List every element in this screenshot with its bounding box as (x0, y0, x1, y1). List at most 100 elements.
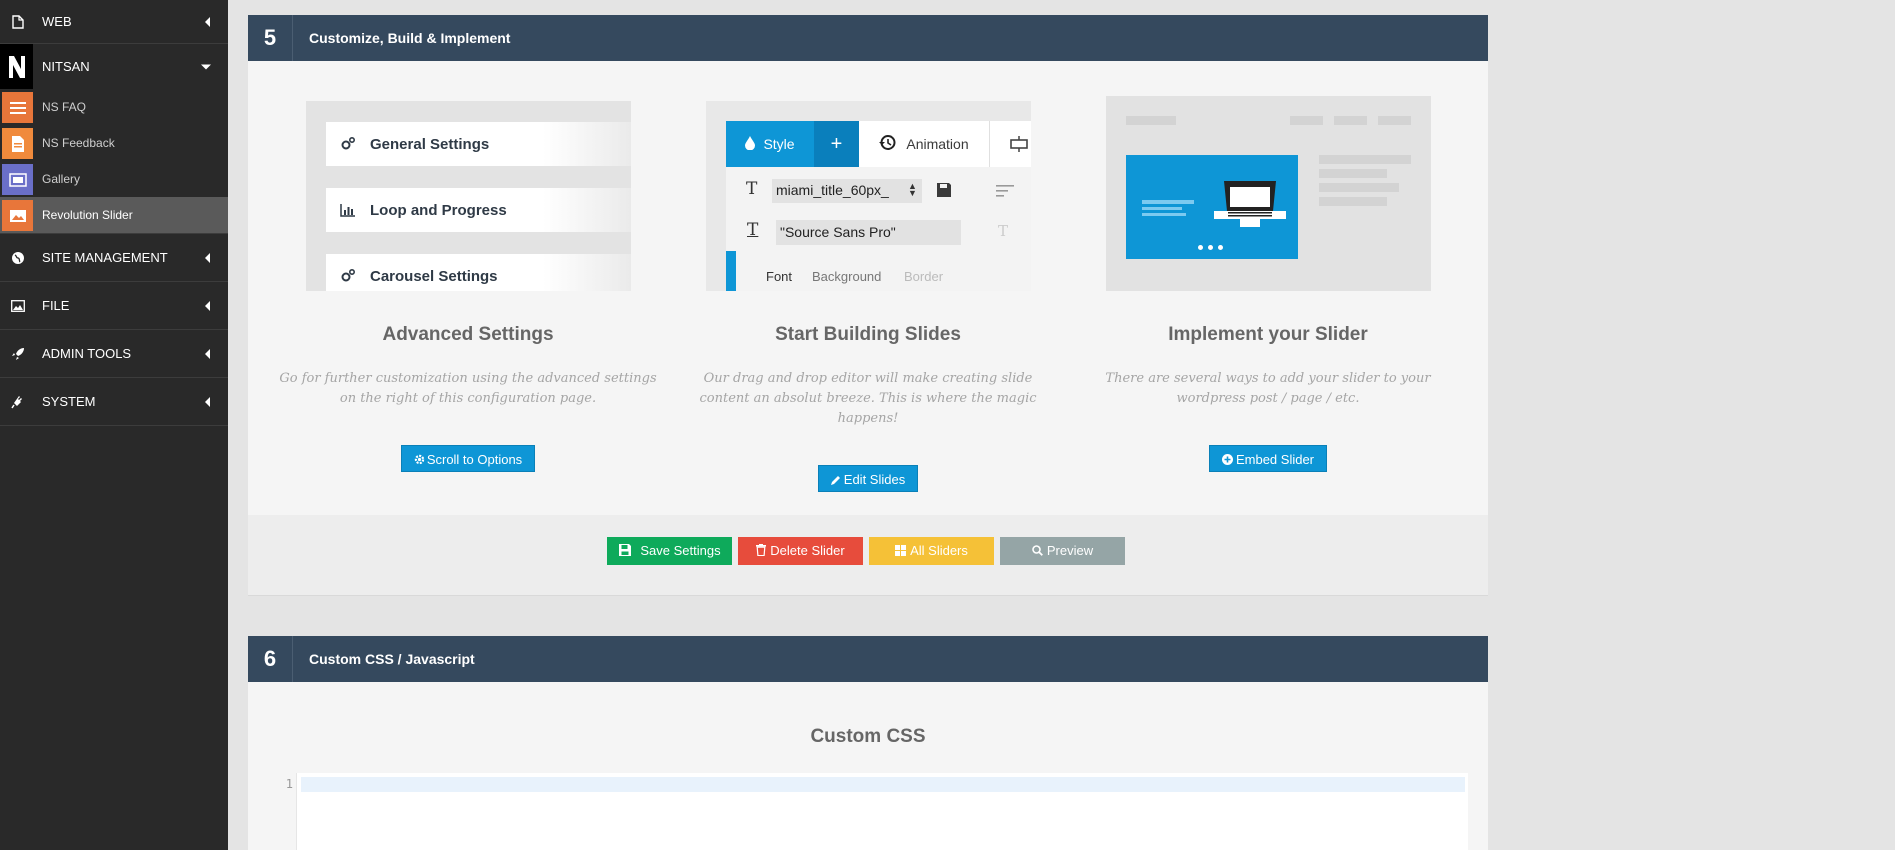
all-sliders-button[interactable]: All Sliders (869, 537, 994, 565)
sidebar-sub-label: Gallery (42, 172, 81, 186)
slider-image-icon (2, 200, 33, 231)
editor-accent-bar (726, 251, 736, 291)
sidebar-item-site-management[interactable]: SITE MANAGEMENT (0, 234, 228, 281)
column-implement: Implement your Slider There are several … (1068, 324, 1468, 472)
dot (1218, 245, 1223, 250)
plug-icon (10, 394, 26, 410)
placeholder-bar (1319, 183, 1399, 192)
background-subtab: Background (812, 269, 882, 284)
illustration-row: General Settings (326, 122, 631, 166)
preview-button[interactable]: Preview (1000, 537, 1125, 565)
history-icon (879, 134, 896, 154)
sidebar-item-label: NITSAN (42, 59, 90, 74)
line-number: 1 (285, 777, 293, 791)
dot (1208, 245, 1213, 250)
sidebar-item-label: SYSTEM (42, 394, 96, 409)
active-line-highlight (301, 777, 1465, 792)
caret-down-icon (201, 64, 211, 69)
column-title: Advanced Settings (382, 324, 554, 345)
section-number: 6 (248, 636, 293, 682)
illustration-row-label: Loop and Progress (370, 201, 507, 219)
placeholder-line (1142, 200, 1194, 204)
save-settings-button[interactable]: Save Settings (607, 537, 732, 565)
sidebar-sub-label: Revolution Slider (42, 208, 133, 222)
sidebar-item-system[interactable]: SYSTEM (0, 378, 228, 425)
font-family-icon: T (747, 220, 759, 240)
placeholder-bar (1319, 169, 1387, 178)
sidebar-sub-ns-feedback[interactable]: NS Feedback (0, 125, 228, 161)
column-title: Start Building Slides (775, 324, 961, 345)
slide-editor-illustration: Style + Animation T miami_title_60px_ ▲ ▼… (706, 101, 1031, 291)
column-description: Our drag and drop editor will make creat… (699, 371, 1037, 426)
button-label: Edit Slides (843, 472, 906, 487)
document-icon (10, 14, 26, 30)
caret-left-icon (205, 252, 210, 263)
sidebar-item-label: SITE MANAGEMENT (42, 250, 168, 265)
placeholder-line (1142, 207, 1182, 210)
custom-css-editor[interactable]: 1 (286, 773, 1468, 850)
slider-dots (1198, 245, 1223, 250)
gallery-icon (2, 164, 33, 195)
sidebar-sub-ns-faq[interactable]: NS FAQ (0, 89, 228, 125)
embed-slider-button[interactable]: Embed Slider (1208, 445, 1328, 472)
section-title: Custom CSS / Javascript (309, 651, 475, 667)
font-preset-field: miami_title_60px_ (772, 179, 922, 203)
advanced-settings-illustration: General Settings Loop and Progress Carou… (306, 101, 631, 291)
column-description: Go for further customization using the a… (279, 371, 657, 406)
font-subtab: Font (766, 269, 793, 284)
paragraph-icon (996, 184, 1014, 203)
sidebar-sub-label: NS FAQ (42, 100, 87, 114)
droplet-icon (745, 135, 756, 153)
text-size-icon: T (998, 222, 1009, 240)
sidebar-sub-label: NS Feedback (42, 136, 115, 150)
column-start-building: Start Building Slides Our drag and drop … (668, 324, 1068, 492)
resize-icon (1010, 136, 1028, 157)
sidebar-item-nitsan[interactable]: NITSAN (0, 44, 228, 89)
sidebar-sub-revolution-slider[interactable]: Revolution Slider (0, 197, 228, 233)
save-icon (936, 182, 952, 203)
section-header: 6 Custom CSS / Javascript (248, 636, 1488, 682)
gear-icon (414, 447, 425, 474)
action-bar: Save Settings Delete Slider All Sliders … (248, 515, 1488, 596)
feedback-document-icon (2, 128, 33, 159)
sidebar-sub-gallery[interactable]: Gallery (0, 161, 228, 197)
section-header: 5 Customize, Build & Implement (248, 15, 1488, 61)
placeholder-bar (1126, 116, 1176, 125)
globe-icon (10, 250, 26, 266)
save-label: Save Settings (640, 543, 721, 558)
sidebar: WEB NITSAN NS FAQ NS Feedback Gallery Re… (0, 0, 228, 850)
placeholder-bar (1319, 155, 1411, 164)
delete-slider-button[interactable]: Delete Slider (738, 537, 863, 565)
nitsan-logo-icon (0, 44, 33, 89)
sidebar-item-admin-tools[interactable]: ADMIN TOOLS (0, 330, 228, 377)
caret-left-icon (205, 16, 210, 27)
sidebar-item-file[interactable]: FILE (0, 282, 228, 329)
animation-tab: Animation (859, 121, 990, 167)
updown-icon: ▲ ▼ (908, 181, 917, 198)
text-type-icon: T (746, 179, 758, 199)
faq-list-icon (2, 92, 33, 123)
edit-slides-button[interactable]: Edit Slides (817, 465, 919, 492)
bar-chart-icon (340, 202, 356, 218)
section-title: Customize, Build & Implement (309, 30, 511, 46)
caret-left-icon (205, 396, 210, 407)
divider (0, 425, 228, 426)
dot (1198, 245, 1203, 250)
all-sliders-label: All Sliders (910, 543, 968, 558)
gears-icon (340, 136, 356, 152)
rocket-icon (10, 346, 26, 362)
implement-slider-illustration (1106, 96, 1431, 291)
trash-icon (756, 538, 767, 566)
slider-preview (1126, 155, 1298, 259)
delete-label: Delete Slider (770, 543, 845, 558)
add-tab: + (814, 121, 859, 167)
style-tab: Style (726, 121, 814, 167)
sidebar-item-label: FILE (42, 298, 70, 313)
section-number: 5 (248, 15, 293, 61)
preview-label: Preview (1046, 543, 1094, 558)
gears-icon (340, 268, 356, 284)
placeholder-line (1142, 213, 1186, 216)
scroll-to-options-button[interactable]: Scroll to Options (400, 445, 536, 474)
sidebar-item-label: WEB (42, 14, 72, 29)
sidebar-item-web[interactable]: WEB (0, 0, 228, 43)
